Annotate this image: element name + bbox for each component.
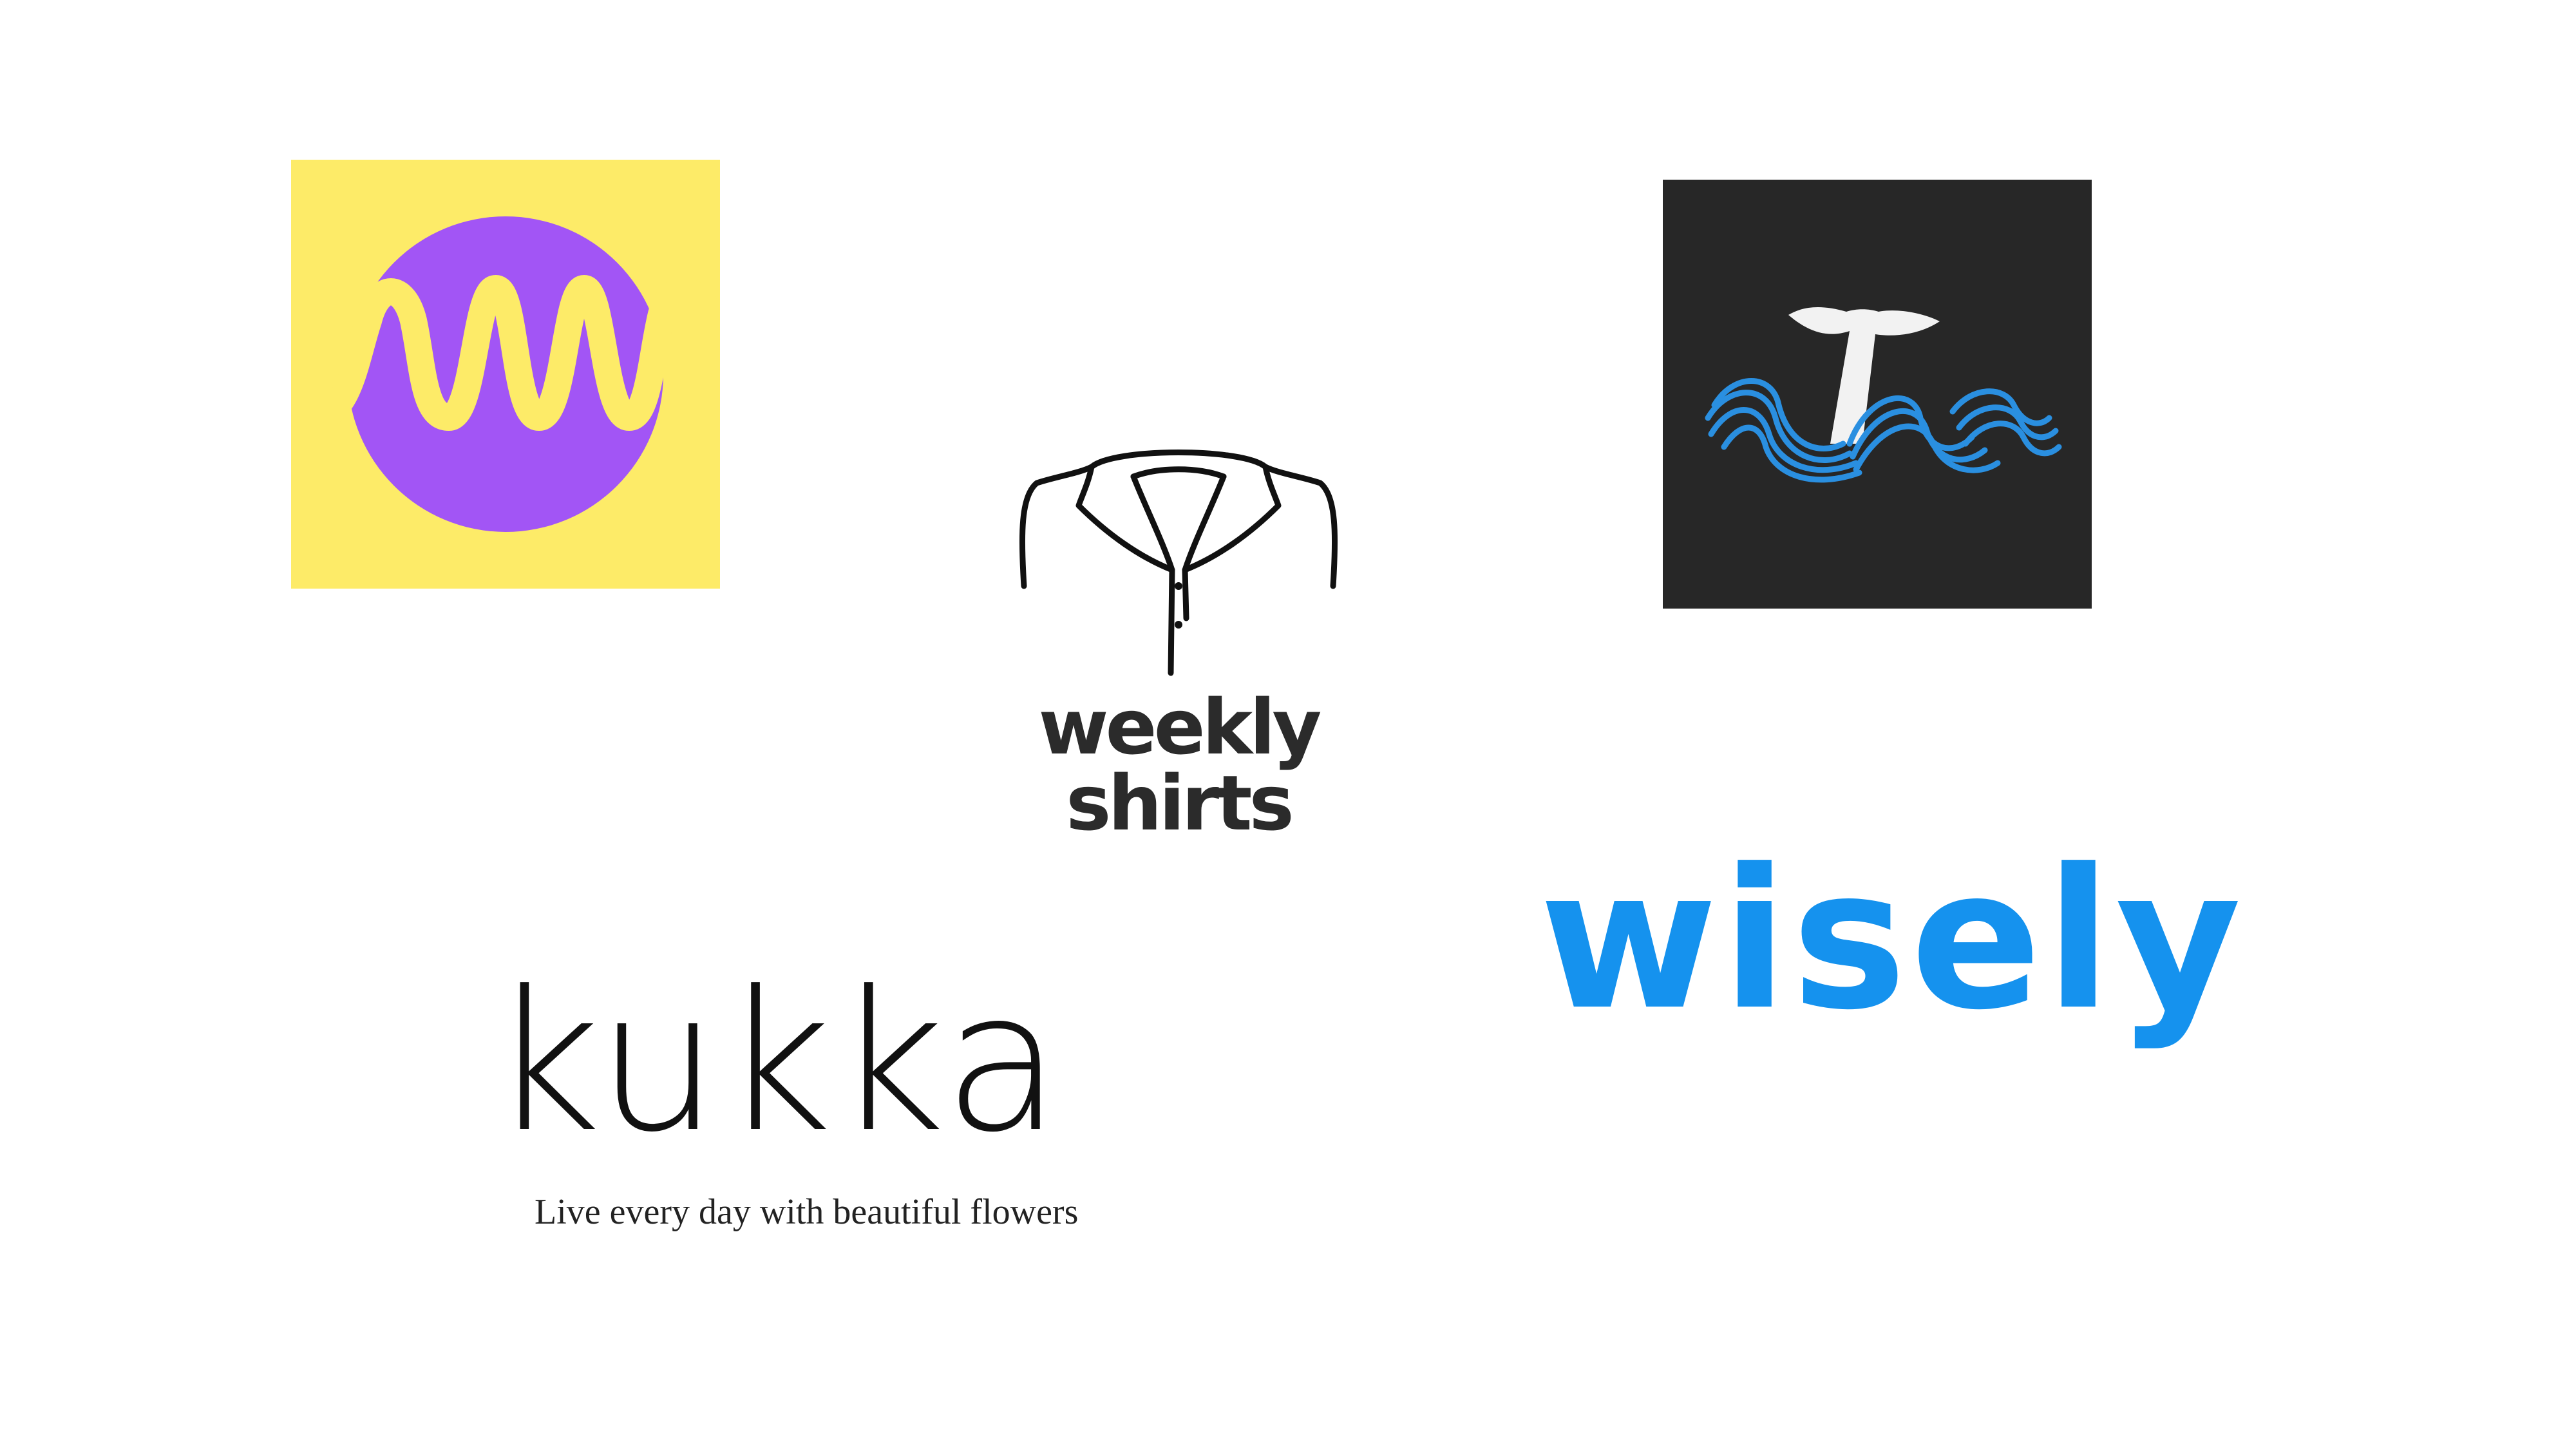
kukka-tagline: Live every day with beautiful flowers: [535, 1192, 1079, 1232]
kukka-logo: kukka Live every day with beautiful flow…: [489, 966, 1133, 1262]
kukka-wordmark: kukka: [489, 950, 1063, 1175]
whale-tail-waves-icon: [1663, 180, 2092, 609]
whale-tail-logo: [1663, 180, 2092, 609]
wisely-wordmark: wisely: [1539, 828, 2246, 1052]
m-wave-logo: [291, 160, 720, 589]
weekly-shirts-wordmark: weekly shirts: [1038, 683, 1322, 848]
m-wave-icon: [291, 160, 720, 589]
weekly-shirts-logo: weekly shirts: [953, 425, 1404, 841]
wisely-logo: wisely: [1539, 844, 2241, 1088]
shirt-collar-icon: [1019, 450, 1338, 676]
